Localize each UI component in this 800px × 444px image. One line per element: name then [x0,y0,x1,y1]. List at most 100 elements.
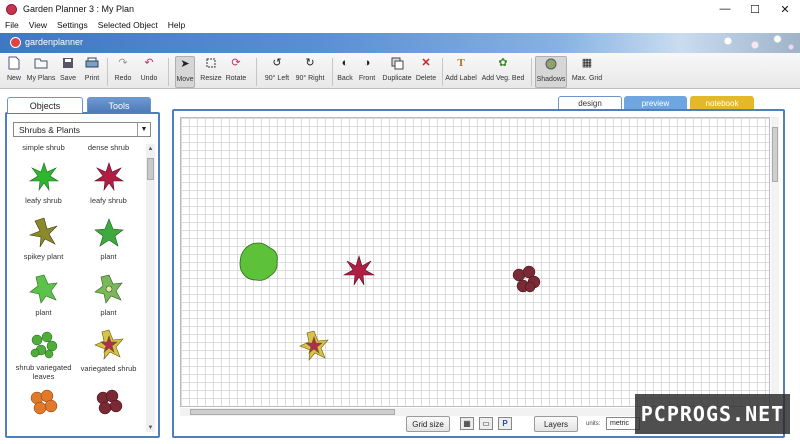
grid-view-icon[interactable]: ▦ [460,417,474,430]
new-file-icon [7,56,21,70]
toolbar: New My Plans Save Print ↷ Redo ↶ Undo ➤ … [0,53,800,89]
list-item[interactable] [11,384,76,434]
minimize-button[interactable]: — [710,0,740,18]
rotate-button[interactable]: ⟳ Rotate [224,56,248,88]
shrub-orange-icon [30,389,57,415]
rotate-right-icon: ↻ [305,56,315,69]
duplicate-button[interactable]: Duplicate [382,56,412,88]
design-canvas-frame [172,109,785,438]
rotate-icon: ⟳ [231,56,241,69]
print-button[interactable]: Print [82,56,102,88]
garden-grid-canvas[interactable] [180,117,770,407]
tab-tools[interactable]: Tools [87,97,151,113]
resize-icon [204,56,218,70]
send-back-icon: ◐ [341,56,349,69]
list-item[interactable]: variegated shrub [76,326,141,381]
tab-preview[interactable]: preview [624,96,687,110]
back-button[interactable]: ◐ Back [336,56,354,88]
cursor-arrow-icon: ➤ [180,57,190,70]
tab-design[interactable]: design [558,96,622,110]
duplicate-icon [390,56,404,70]
move-button[interactable]: ➤ Move [175,56,195,88]
brand-text: gardenplanner [25,37,84,47]
menu-selected-object[interactable]: Selected Object [93,20,163,30]
scroll-up-icon[interactable]: ▲ [146,144,155,153]
max-grid-button[interactable]: ▦ Max. Grid [571,56,603,88]
blossom-decoration [710,33,800,53]
window-title: Garden Planner 3 : My Plan [23,4,135,14]
veg-bed-icon: ✿ [498,56,508,69]
add-veg-bed-button[interactable]: ✿ Add Veg. Bed [481,56,525,88]
brand-logo-icon [10,37,21,48]
menu-view[interactable]: View [24,20,52,30]
shrub-variegated-leaves-icon [30,331,57,359]
close-button[interactable]: ✕ [770,0,800,18]
list-item[interactable]: plant [76,214,141,269]
placed-variegated-shrub[interactable] [297,329,331,363]
leafy-shrub-red-icon [93,162,124,192]
redo-button[interactable]: ↷ Redo [113,56,133,88]
list-item[interactable]: simple shrub [11,144,76,153]
grid-size-button[interactable]: Grid size [406,416,450,432]
scroll-down-icon[interactable]: ▼ [146,423,155,432]
layers-button[interactable]: Layers [534,416,578,432]
objects-scrollbar[interactable]: ▲ ▼ [146,144,155,432]
list-item[interactable]: leafy shrub [11,158,76,213]
plan-view-button[interactable]: P [498,417,512,430]
my-plans-button[interactable]: My Plans [27,56,55,88]
list-item[interactable]: plant [76,270,141,325]
save-button[interactable]: Save [58,56,78,88]
new-button[interactable]: New [5,56,23,88]
tab-notebook[interactable]: notebook [690,96,754,110]
object-list: simple shrub dense shrub leafy shrub lea… [11,144,141,434]
delete-button[interactable]: ✕ Delete [414,56,438,88]
objects-panel: Objects Tools Shrubs & Plants ▼ simple s… [5,97,160,438]
units-label: units: [586,421,601,427]
menu-bar: File View Settings Selected Object Help [0,18,800,32]
shrub-burgundy-icon [96,389,122,415]
undo-button[interactable]: ↶ Undo [139,56,159,88]
list-item[interactable]: shrub variegated leaves [11,326,76,381]
category-select-value: Shrubs & Plants [19,124,80,135]
rotate-right-button[interactable]: ↻ 90° Right [295,56,325,88]
canvas-vertical-scrollbar[interactable] [771,117,779,407]
menu-help[interactable]: Help [163,20,190,30]
bring-front-icon: ◑ [363,56,371,69]
ruler-view-icon[interactable]: ▭ [479,417,493,430]
resize-button[interactable]: Resize [199,56,223,88]
tab-objects[interactable]: Objects [7,97,83,113]
plant-light-green-icon [28,274,58,304]
menu-settings[interactable]: Settings [52,20,93,30]
rotate-left-button[interactable]: ↺ 90° Left [263,56,291,88]
text-label-icon: T [457,56,465,69]
brand-banner: gardenplanner [0,33,800,53]
add-label-button[interactable]: T Add Label [444,56,478,88]
front-button[interactable]: ◑ Front [357,56,377,88]
placed-leafy-shrub-red[interactable] [342,254,376,288]
plant-variegated-green-icon [93,274,123,304]
watermark-overlay: PCPROGS.NET [635,394,790,434]
grid-icon: ▦ [581,56,593,69]
title-bar: Garden Planner 3 : My Plan — ☐ ✕ [0,0,800,18]
scrollbar-thumb[interactable] [147,158,154,180]
category-select[interactable]: Shrubs & Plants ▼ [13,122,151,137]
folder-icon [34,56,48,70]
rotate-left-icon: ↺ [272,56,282,69]
list-item[interactable]: dense shrub [76,144,141,153]
maximize-button[interactable]: ☐ [740,0,770,18]
plant-green-icon [93,218,124,247]
shadows-button[interactable]: Shadows [535,56,567,88]
list-item[interactable]: plant [11,270,76,325]
app-icon [6,3,17,15]
list-item[interactable]: leafy shrub [76,158,141,213]
menu-file[interactable]: File [0,20,24,30]
undo-arrow-icon: ↶ [144,56,154,69]
shadow-sphere-icon [544,57,558,71]
list-item[interactable] [76,384,141,434]
placed-simple-shrub[interactable] [237,240,281,284]
scrollbar-thumb[interactable] [772,127,778,182]
chevron-down-icon[interactable]: ▼ [137,123,150,136]
placed-burgundy-shrub[interactable] [509,263,543,297]
spikey-plant-icon [28,217,57,248]
list-item[interactable]: spikey plant [11,214,76,269]
